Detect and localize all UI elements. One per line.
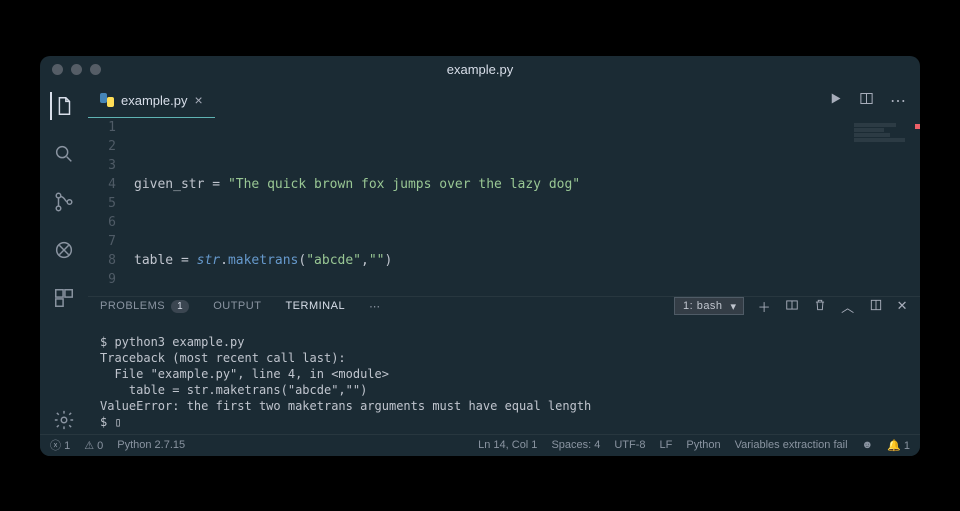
tab-label: example.py — [121, 93, 187, 108]
tab-problems[interactable]: PROBLEMS 1 — [100, 300, 189, 313]
source-control-icon[interactable] — [50, 188, 78, 216]
overview-ruler-error — [915, 124, 920, 129]
tab-terminal[interactable]: TERMINAL — [285, 300, 345, 312]
settings-icon[interactable] — [50, 406, 78, 434]
activity-bar — [40, 84, 88, 434]
debug-icon[interactable] — [50, 236, 78, 264]
panel-actions: 1: bash ＋ ︿ ✕ — [674, 297, 908, 316]
window-title: example.py — [447, 62, 513, 77]
panel-chevron-up-icon[interactable]: ︿ — [841, 297, 855, 316]
python-file-icon — [100, 93, 114, 107]
tab-output[interactable]: OUTPUT — [213, 300, 261, 312]
code-content[interactable]: given_str = "The quick brown fox jumps o… — [134, 118, 920, 296]
titlebar: example.py — [40, 56, 920, 84]
new-terminal-icon[interactable]: ＋ — [758, 297, 772, 316]
explorer-icon[interactable] — [50, 92, 78, 120]
window-controls — [52, 64, 101, 75]
terminal-selector[interactable]: 1: bash — [674, 297, 744, 315]
minimize-window-icon[interactable] — [71, 64, 82, 75]
terminal-output[interactable]: $ python3 example.pyTraceback (most rece… — [88, 316, 920, 456]
split-editor-icon[interactable] — [859, 91, 874, 111]
extensions-icon[interactable] — [50, 284, 78, 312]
window-body: example.py × ⋯ 123456789 given_str = "Th… — [40, 84, 920, 434]
tab-example-py[interactable]: example.py × — [88, 84, 215, 118]
line-gutter: 123456789 — [88, 118, 134, 296]
kill-terminal-icon[interactable] — [813, 298, 827, 315]
more-actions-icon[interactable]: ⋯ — [890, 91, 906, 111]
bottom-panel: PROBLEMS 1 OUTPUT TERMINAL ⋯ 1: bash ＋ ︿… — [88, 296, 920, 434]
split-terminal-icon[interactable] — [785, 298, 799, 315]
status-errors[interactable]: ⓧ 1 — [50, 437, 70, 453]
editor-window: example.py — [40, 56, 920, 456]
search-icon[interactable] — [50, 140, 78, 168]
maximize-window-icon[interactable] — [90, 64, 101, 75]
problems-count-badge: 1 — [171, 300, 189, 313]
close-tab-icon[interactable]: × — [194, 92, 202, 108]
close-panel-icon[interactable]: ✕ — [897, 298, 908, 314]
close-window-icon[interactable] — [52, 64, 63, 75]
maximize-panel-icon[interactable] — [869, 298, 883, 315]
panel-tabs: PROBLEMS 1 OUTPUT TERMINAL ⋯ 1: bash ＋ ︿… — [88, 297, 920, 316]
tab-bar: example.py × ⋯ — [88, 84, 920, 118]
code-editor[interactable]: 123456789 given_str = "The quick brown f… — [88, 118, 920, 296]
run-icon[interactable] — [828, 91, 843, 111]
panel-more-icon[interactable]: ⋯ — [369, 300, 381, 313]
editor-actions: ⋯ — [828, 91, 920, 111]
main-area: example.py × ⋯ 123456789 given_str = "Th… — [88, 84, 920, 434]
